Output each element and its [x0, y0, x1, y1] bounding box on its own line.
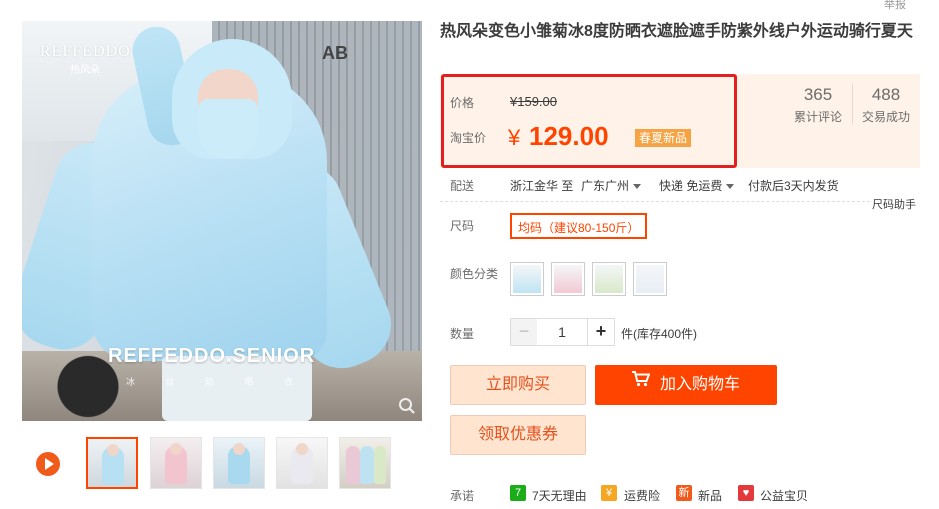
- report-link[interactable]: 举报: [884, 0, 906, 12]
- shipping-insurance-icon: ¥: [601, 485, 617, 501]
- color-swatch[interactable]: [592, 262, 626, 296]
- delivery-destination-select[interactable]: 广东广州: [581, 177, 642, 194]
- model-shape: [198, 99, 258, 159]
- play-icon: [45, 458, 54, 470]
- color-label: 颜色分类: [450, 267, 499, 281]
- promise-item[interactable]: 新品: [698, 487, 722, 504]
- brand-logo: REFFEDDO: [40, 43, 131, 60]
- quantity-input[interactable]: 1: [537, 318, 587, 346]
- seven-day-return-icon: 7: [510, 485, 526, 501]
- gallery-thumbnail[interactable]: [276, 437, 328, 489]
- gallery-thumbnail[interactable]: [86, 437, 138, 489]
- promise-item[interactable]: 7天无理由: [532, 487, 587, 504]
- cart-icon: [631, 363, 651, 403]
- delivery-destination: 广东广州: [581, 179, 630, 193]
- product-title: 热风朵变色小雏菊冰8度防晒衣遮脸遮手防紫外线户外运动骑行夏天: [440, 23, 913, 40]
- sales-label: 交易成功: [861, 110, 910, 124]
- original-price: ¥159.00: [510, 94, 557, 109]
- promise-label: 承诺: [450, 489, 475, 503]
- get-coupon-button[interactable]: 领取优惠券: [450, 415, 586, 455]
- color-swatch[interactable]: [510, 262, 544, 296]
- delivery-origin: 浙江金华 至: [510, 179, 574, 193]
- size-helper-link[interactable]: 尺码助手: [872, 196, 916, 212]
- divider: [440, 201, 870, 203]
- promise-item[interactable]: 运费险: [624, 487, 660, 504]
- size-option-selected[interactable]: 均码（建议80-150斤）: [510, 213, 648, 239]
- quantity-increase-button[interactable]: +: [587, 318, 615, 346]
- caret-down-icon: [726, 184, 735, 190]
- price-label: 价格: [450, 96, 475, 110]
- add-to-cart-label: 加入购物车: [659, 376, 740, 393]
- add-to-cart-button[interactable]: 加入购物车: [595, 365, 777, 405]
- backdrop-text: AB: [322, 43, 348, 63]
- currency-symbol: ¥: [508, 125, 521, 150]
- brand-logo-sub: 热风朵: [70, 65, 100, 76]
- shipping-select[interactable]: 快递 免运费: [659, 177, 735, 194]
- video-play-button[interactable]: [36, 452, 60, 476]
- taobao-price: 129.00: [529, 121, 609, 151]
- new-product-icon: 新: [676, 485, 692, 501]
- color-swatch[interactable]: [551, 262, 585, 296]
- promo-badge: 春夏新品: [635, 129, 692, 147]
- main-product-image[interactable]: AB REFFEDDO 热风朵 REFFEDDO.SENIOR 冰 丝 防 晒 …: [22, 21, 422, 421]
- sales-count: 488: [871, 85, 901, 104]
- image-watermark: REFFEDDO.SENIOR: [108, 345, 316, 367]
- quantity-label: 数量: [450, 327, 475, 341]
- quantity-decrease-button[interactable]: −: [510, 318, 538, 346]
- color-swatch[interactable]: [633, 262, 667, 296]
- buy-now-button[interactable]: 立即购买: [450, 365, 586, 405]
- stock-text: 件(库存400件): [621, 327, 698, 341]
- charity-icon: ♥: [738, 485, 754, 501]
- delivery-label: 配送: [450, 179, 475, 193]
- zoom-icon[interactable]: [398, 397, 416, 415]
- shipping-method: 快递 免运费: [659, 179, 723, 193]
- gallery-thumbnail[interactable]: [213, 437, 265, 489]
- taobao-price-label: 淘宝价: [450, 131, 487, 145]
- promise-item[interactable]: 公益宝贝: [760, 487, 808, 504]
- size-label: 尺码: [450, 219, 475, 233]
- gallery-thumbnail[interactable]: [150, 437, 202, 489]
- image-watermark-sub: 冰 丝 防 晒 衣: [126, 377, 308, 387]
- dispatch-time: 付款后3天内发货: [748, 179, 839, 193]
- caret-down-icon: [633, 184, 642, 190]
- gallery-thumbnail[interactable]: [339, 437, 391, 489]
